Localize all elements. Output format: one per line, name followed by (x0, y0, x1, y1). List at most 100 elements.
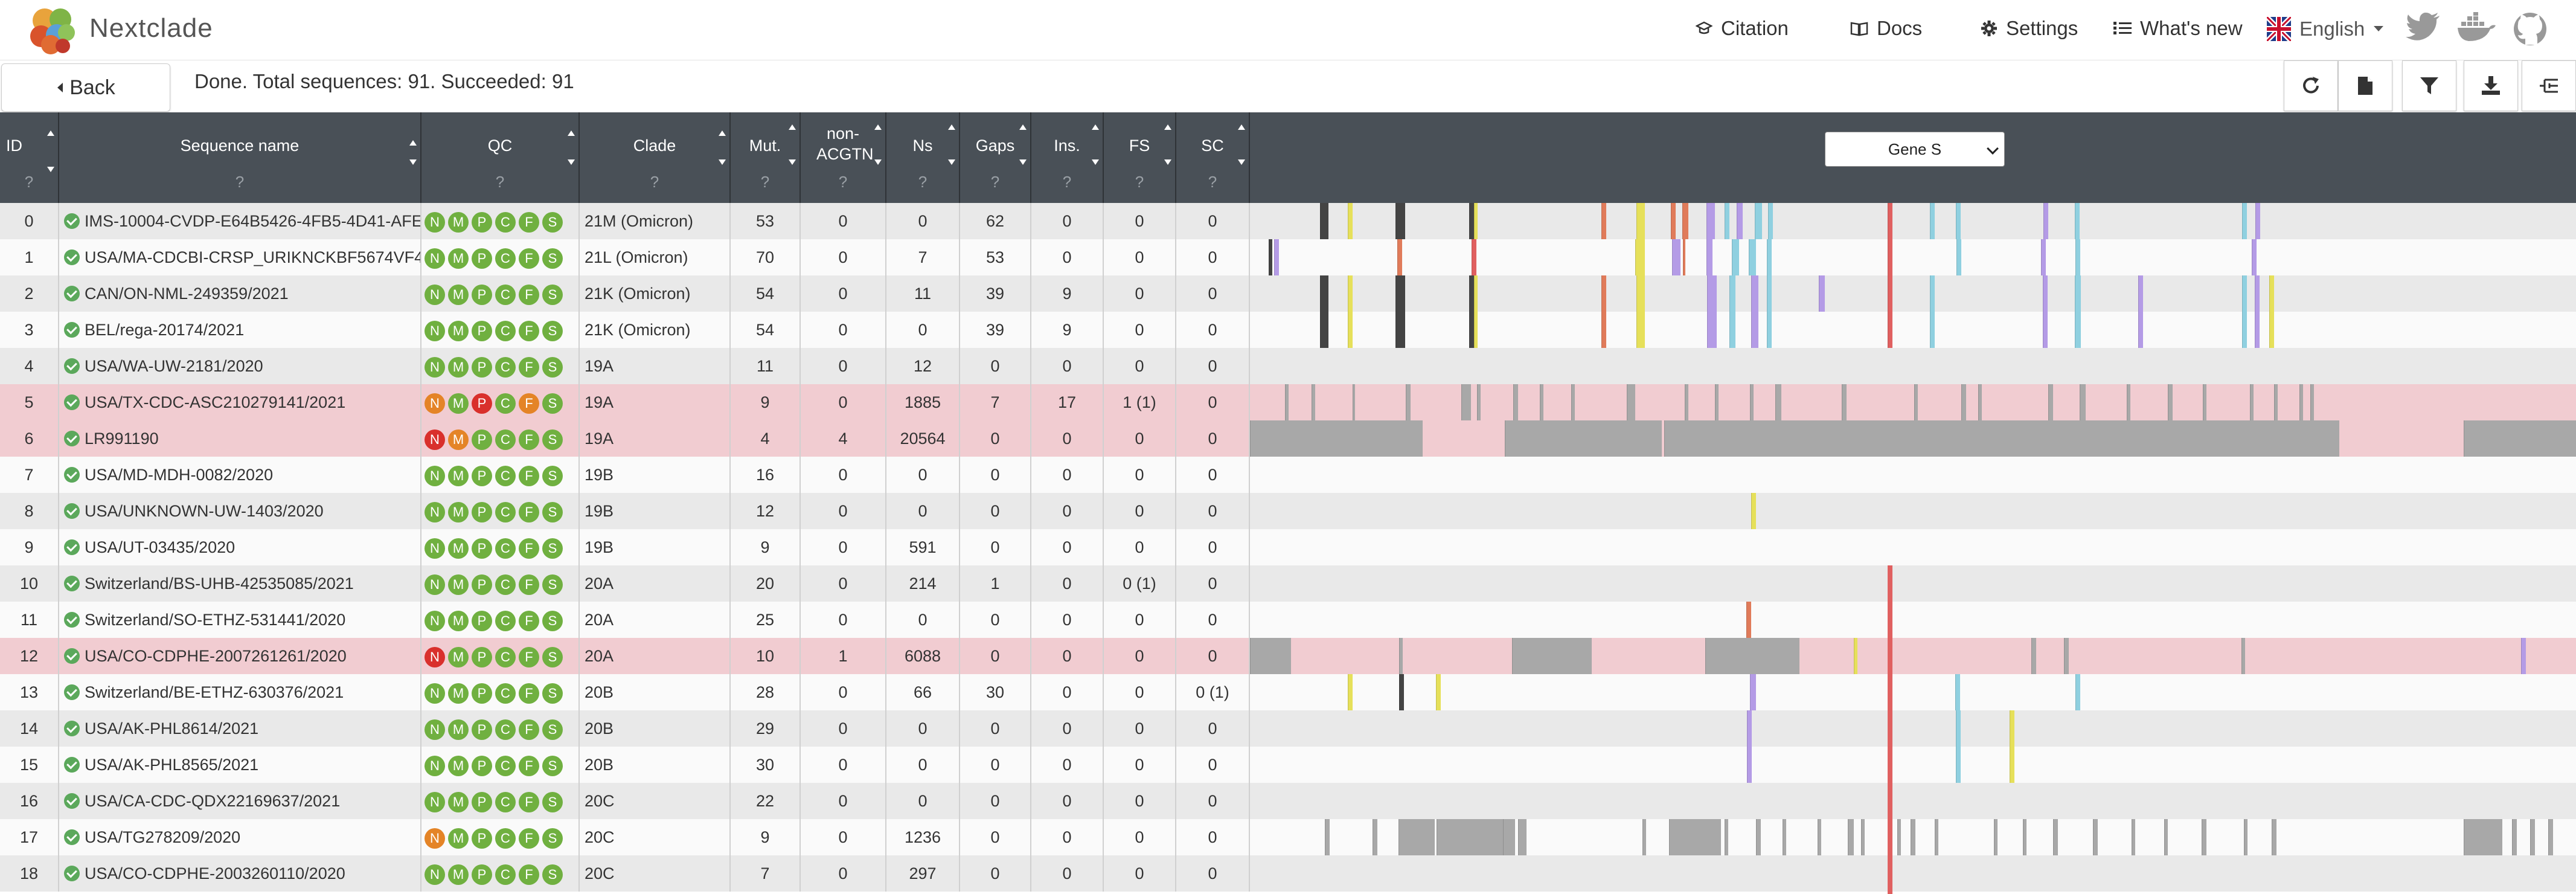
mutation-marker[interactable] (1767, 312, 1772, 348)
sequence-view-button[interactable] (2338, 60, 2392, 111)
table-row[interactable]: 7 USA/MD-MDH-0082/2020 N M P C F S 19B 16 0 0 0 0 0 0 (0, 457, 2576, 493)
col-qc[interactable]: QC ? (421, 112, 580, 203)
mutation-marker[interactable] (2093, 819, 2098, 855)
mutation-marker[interactable] (1642, 819, 1646, 855)
mutation-marker[interactable] (1250, 638, 1291, 674)
table-row[interactable]: 11 Switzerland/SO-ETHZ-531441/2020 N M P C F S 2… (0, 602, 2576, 638)
col-gaps[interactable]: Gaps ? (960, 112, 1031, 203)
qc-badge[interactable]: F (519, 393, 539, 414)
table-row[interactable]: 17 USA/TG278209/2020 N M P C F S 20C 9 0 1236 0 0 0 0 (0, 819, 2576, 855)
mutation-marker[interactable] (1775, 384, 1781, 420)
qc-badge[interactable]: F (519, 429, 539, 450)
docker-icon[interactable] (2458, 12, 2496, 43)
mutation-marker[interactable] (1406, 384, 1411, 420)
mutation-marker[interactable] (1601, 203, 1606, 239)
qc-badge[interactable]: N (425, 320, 445, 341)
mutation-marker[interactable] (1671, 203, 1676, 239)
mutation-marker[interactable] (2203, 384, 2206, 420)
mutation-marker[interactable] (2255, 203, 2260, 239)
mutation-track[interactable] (1250, 710, 2576, 747)
mutation-marker[interactable] (1747, 747, 1752, 783)
mutation-marker[interactable] (2043, 312, 2048, 348)
mutation-marker[interactable] (1725, 203, 1729, 239)
filter-sc[interactable]: ? (1176, 173, 1249, 191)
mutation-marker[interactable] (1285, 384, 1289, 420)
sort-asc-icon[interactable] (568, 130, 575, 136)
mutation-marker[interactable] (2043, 203, 2048, 239)
mutation-marker[interactable] (2075, 312, 2081, 348)
qc-badge[interactable]: C (495, 248, 516, 269)
mutation-marker[interactable] (1746, 602, 1751, 638)
mutation-marker[interactable] (1705, 638, 1799, 674)
qc-badge[interactable]: F (519, 284, 539, 305)
qc-badge[interactable]: N (425, 538, 445, 559)
mutation-marker[interactable] (1706, 239, 1713, 275)
mutation-marker[interactable] (1353, 384, 1355, 420)
qc-badge[interactable]: M (448, 683, 469, 704)
col-ns[interactable]: Ns ? (886, 112, 960, 203)
qc-badge[interactable]: C (495, 501, 516, 523)
nav-citation[interactable]: Citation (1696, 17, 1789, 40)
mutation-marker[interactable] (1601, 275, 1606, 312)
col-id[interactable]: ID ? (0, 112, 59, 203)
table-row[interactable]: 18 USA/CO-CDPHE-2003260110/2020 N M P C F S 20C 7… (0, 855, 2576, 892)
mutation-marker[interactable] (2075, 275, 2081, 312)
sequence-name[interactable]: USA/MA-CDCBI-CRSP_URIKNCKBF5674VF4/2 (85, 248, 420, 266)
mutation-marker[interactable] (1399, 674, 1404, 710)
sequence-name[interactable]: Switzerland/SO-ETHZ-531441/2020 (85, 611, 345, 629)
mutation-marker[interactable] (1348, 312, 1353, 348)
qc-badge[interactable]: S (542, 864, 563, 885)
qc-badge[interactable]: S (542, 646, 563, 667)
mutation-track[interactable] (1250, 638, 2576, 674)
sequence-name[interactable]: BEL/rega-20174/2021 (85, 321, 244, 339)
qc-badge[interactable]: F (519, 610, 539, 631)
qc-badge[interactable]: P (472, 538, 492, 559)
sort-desc-icon[interactable] (409, 159, 417, 165)
qc-badge[interactable]: S (542, 211, 563, 233)
filter-clade[interactable]: ? (580, 173, 729, 191)
qc-badge[interactable]: C (495, 356, 516, 378)
mutation-marker[interactable] (1848, 819, 1854, 855)
mutation-track[interactable] (1250, 819, 2576, 855)
qc-badge[interactable]: P (472, 791, 492, 812)
sort-asc-icon[interactable] (1092, 124, 1099, 130)
sort-asc-icon[interactable] (1019, 124, 1027, 130)
mutation-marker[interactable] (1888, 203, 1892, 239)
qc-badge[interactable]: N (425, 284, 445, 305)
mutation-track[interactable] (1250, 420, 2576, 457)
mutation-track[interactable] (1250, 384, 2576, 420)
mutation-marker[interactable] (1320, 203, 1328, 239)
qc-badge[interactable]: M (448, 429, 469, 450)
mutation-marker[interactable] (1672, 239, 1680, 275)
mutation-track[interactable] (1250, 783, 2576, 819)
qc-badge[interactable]: M (448, 574, 469, 595)
mutation-marker[interactable] (1518, 819, 1527, 855)
mutation-marker[interactable] (1348, 275, 1353, 312)
qc-badge[interactable]: P (472, 501, 492, 523)
mutation-marker[interactable] (1707, 312, 1717, 348)
qc-badge[interactable]: N (425, 356, 445, 378)
qc-badge[interactable]: P (472, 610, 492, 631)
col-mut[interactable]: Mut. ? (731, 112, 801, 203)
qc-badge[interactable]: C (495, 465, 516, 486)
mutation-marker[interactable] (2064, 638, 2069, 674)
filter-qc[interactable]: ? (421, 173, 578, 191)
mutation-marker[interactable] (2127, 384, 2130, 420)
mutation-marker[interactable] (2132, 819, 2135, 855)
sort-desc-icon[interactable] (719, 159, 726, 165)
qc-badge[interactable]: N (425, 755, 445, 776)
sort-asc-icon[interactable] (1238, 124, 1245, 130)
qc-badge[interactable]: S (542, 248, 563, 269)
sequence-name[interactable]: USA/AK-PHL8565/2021 (85, 756, 258, 774)
qc-badge[interactable]: S (542, 719, 563, 740)
mutation-marker[interactable] (1348, 203, 1353, 239)
qc-badge[interactable]: N (425, 574, 445, 595)
qc-badge[interactable]: N (425, 501, 445, 523)
qc-badge[interactable]: S (542, 284, 563, 305)
qc-badge[interactable]: C (495, 574, 516, 595)
mutation-track[interactable] (1250, 275, 2576, 312)
mutation-marker[interactable] (1818, 819, 1821, 855)
mutation-marker[interactable] (1474, 312, 1478, 348)
rerun-button[interactable] (2284, 60, 2338, 111)
sequence-name[interactable]: USA/CO-CDPHE-2003260110/2020 (85, 864, 345, 883)
